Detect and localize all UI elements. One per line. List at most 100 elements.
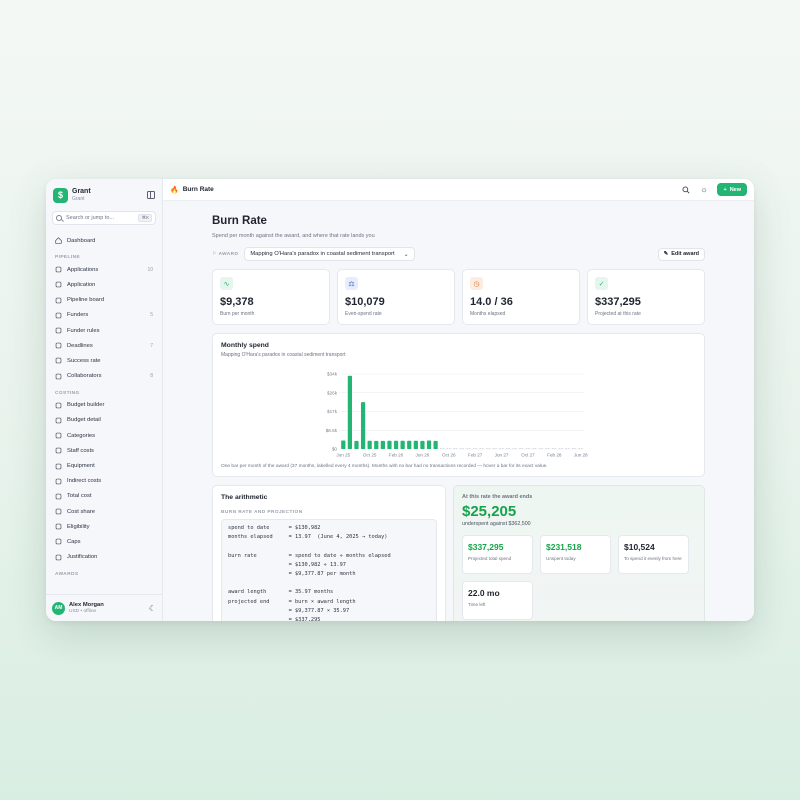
kpi-value: $9,378 <box>220 296 254 308</box>
bar[interactable] <box>400 440 405 449</box>
x-tick-label: Jun 25 <box>336 453 350 458</box>
sidebar-item-label: Applications <box>67 266 99 273</box>
sidebar-item-label: Funder rules <box>67 327 100 334</box>
search-shortcut: ⌘K <box>138 214 152 222</box>
sidebar-item-label: Total cost <box>67 493 92 500</box>
sidebar: $ Grant Grant Search or jump to... ⌘K Da… <box>46 179 163 621</box>
search-icon[interactable] <box>681 185 690 194</box>
chevron-down-icon: ⌄ <box>403 251 409 258</box>
kpi-label: Burn per month <box>220 311 255 317</box>
bar[interactable] <box>426 440 432 449</box>
arithmetic-subtitle: BURN RATE AND PROJECTION <box>221 510 303 515</box>
sidebar-item-deadlines[interactable]: Deadlines 7 <box>46 338 162 353</box>
brand: $ Grant Grant <box>46 179 162 209</box>
monthly-spend-chart: $0 $8.6k $17k $26k $34k Jun 25 Oct 25 Feb 26 Jun… <box>326 372 588 458</box>
arithmetic-card: The arithmetic BURN RATE AND PROJECTION … <box>212 485 446 621</box>
sidebar-item-applications[interactable]: Applications 10 <box>46 262 162 277</box>
bar[interactable] <box>407 440 412 449</box>
sidebar-item-label: Dashboard <box>67 237 96 244</box>
sidebar-item-count: 5 <box>150 312 153 319</box>
y-tick-label: $0 <box>332 447 338 452</box>
bar[interactable] <box>347 375 353 449</box>
fire-icon: 🔥 <box>170 186 179 194</box>
sidebar-item-budget-detail[interactable]: Budget detail <box>46 413 162 428</box>
sidebar-item-eligibility[interactable]: Eligibility <box>46 519 162 534</box>
bottom-row: The arithmetic BURN RATE AND PROJECTION … <box>212 485 705 621</box>
sidebar-item-count: 7 <box>150 342 153 349</box>
sun-icon[interactable]: ☼ <box>699 185 708 194</box>
sidebar-item-label: Caps <box>67 538 81 545</box>
sidebar-item-total-cost[interactable]: Total cost <box>46 489 162 504</box>
scale-icon: ⚖ <box>345 277 358 290</box>
sidebar-item-staff-costs[interactable]: Staff costs <box>46 443 162 458</box>
bar[interactable] <box>354 440 359 449</box>
pie-icon <box>55 432 62 439</box>
kpi-value: $337,295 <box>595 296 641 308</box>
bank-icon <box>55 312 62 319</box>
sidebar-item-equipment[interactable]: Equipment <box>46 458 162 473</box>
bar[interactable] <box>387 440 392 449</box>
user-profile[interactable]: AM Alex Morgan USD • offline ☾ <box>46 594 162 621</box>
edit-award-button[interactable]: ✎ Edit award <box>657 247 705 261</box>
sidebar-item-label: Eligibility <box>67 523 90 530</box>
bar[interactable] <box>393 440 399 449</box>
sidebar-toggle-icon[interactable] <box>147 191 155 199</box>
arithmetic-title: The arithmetic <box>221 494 268 501</box>
topbar-title: Burn Rate <box>182 186 214 193</box>
bar[interactable] <box>380 440 385 449</box>
section-pipeline: PIPELINE <box>55 255 81 261</box>
topbar: 🔥 Burn Rate ☼ + New <box>163 179 754 201</box>
sidebar-item-indirect-costs[interactable]: Indirect costs <box>46 474 162 489</box>
sidebar-item-label: Application <box>67 281 96 288</box>
y-tick-label: $34k <box>327 372 338 377</box>
sidebar-item-budget-builder[interactable]: Budget builder <box>46 398 162 413</box>
award-select[interactable]: Mapping O'Hara's paradox in coastal sedi… <box>244 247 415 261</box>
kpi-value: 14.0 / 36 <box>470 296 513 308</box>
moon-icon[interactable]: ☾ <box>149 604 156 613</box>
sidebar-item-pipeline-board[interactable]: Pipeline board <box>46 293 162 308</box>
sidebar-item-label: Categories <box>67 432 96 439</box>
stat-label: To spend it evenly from here <box>624 556 682 561</box>
projection-under: underspent against $362,500 <box>462 521 531 527</box>
kpi-card: ✓ $337,295 Projected at this rate <box>587 269 705 325</box>
sidebar-item-label: Cost share <box>67 508 96 515</box>
stat-label: Unspent today <box>546 556 576 561</box>
search-input[interactable]: Search or jump to... ⌘K <box>52 211 156 225</box>
y-tick-label: $26k <box>327 390 338 395</box>
target-icon <box>55 357 62 364</box>
page-title: Burn Rate <box>212 215 267 227</box>
bar[interactable] <box>360 402 366 449</box>
bar[interactable] <box>374 440 379 449</box>
percent-icon <box>55 327 62 334</box>
box-icon <box>55 463 62 470</box>
section-costing: COSTING <box>55 390 80 396</box>
bar[interactable] <box>420 440 425 449</box>
sidebar-item-label: Deadlines <box>67 342 93 349</box>
sidebar-item-dashboard[interactable]: Dashboard <box>46 233 162 248</box>
text-icon <box>55 554 62 561</box>
projection-stat: 22.0 mo Time left <box>462 581 533 620</box>
sidebar-item-funder-rules[interactable]: Funder rules <box>46 323 162 338</box>
eye-icon <box>55 281 62 288</box>
x-tick-label: Jun 28 <box>574 453 588 458</box>
sidebar-item-categories[interactable]: Categories <box>46 428 162 443</box>
stat-label: Time left <box>468 602 486 607</box>
sidebar-item-cost-share[interactable]: Cost share <box>46 504 162 519</box>
sidebar-item-count: 10 <box>147 266 153 273</box>
sidebar-item-funders[interactable]: Funders 5 <box>46 308 162 323</box>
shield-icon <box>55 523 62 530</box>
bar[interactable] <box>367 440 372 449</box>
sidebar-item-collaborators[interactable]: Collaborators 8 <box>46 369 162 384</box>
sidebar-item-label: Staff costs <box>67 447 94 454</box>
bar[interactable] <box>413 440 418 449</box>
kpi-card: ◷ 14.0 / 36 Months elapsed <box>462 269 580 325</box>
sidebar-item-justification[interactable]: Justification <box>46 550 162 565</box>
kpi-row: ∿ $9,378 Burn per month ⚖ $10,079 Even-spend … <box>212 269 705 325</box>
new-button[interactable]: + New <box>717 183 747 196</box>
sidebar-item-caps[interactable]: Caps <box>46 534 162 549</box>
bar[interactable] <box>341 440 346 449</box>
sidebar-item-application[interactable]: Application <box>46 277 162 292</box>
bar[interactable] <box>433 440 438 449</box>
x-tick-label: Oct 27 <box>521 453 535 458</box>
sidebar-item-success-rate[interactable]: Success rate <box>46 353 162 368</box>
